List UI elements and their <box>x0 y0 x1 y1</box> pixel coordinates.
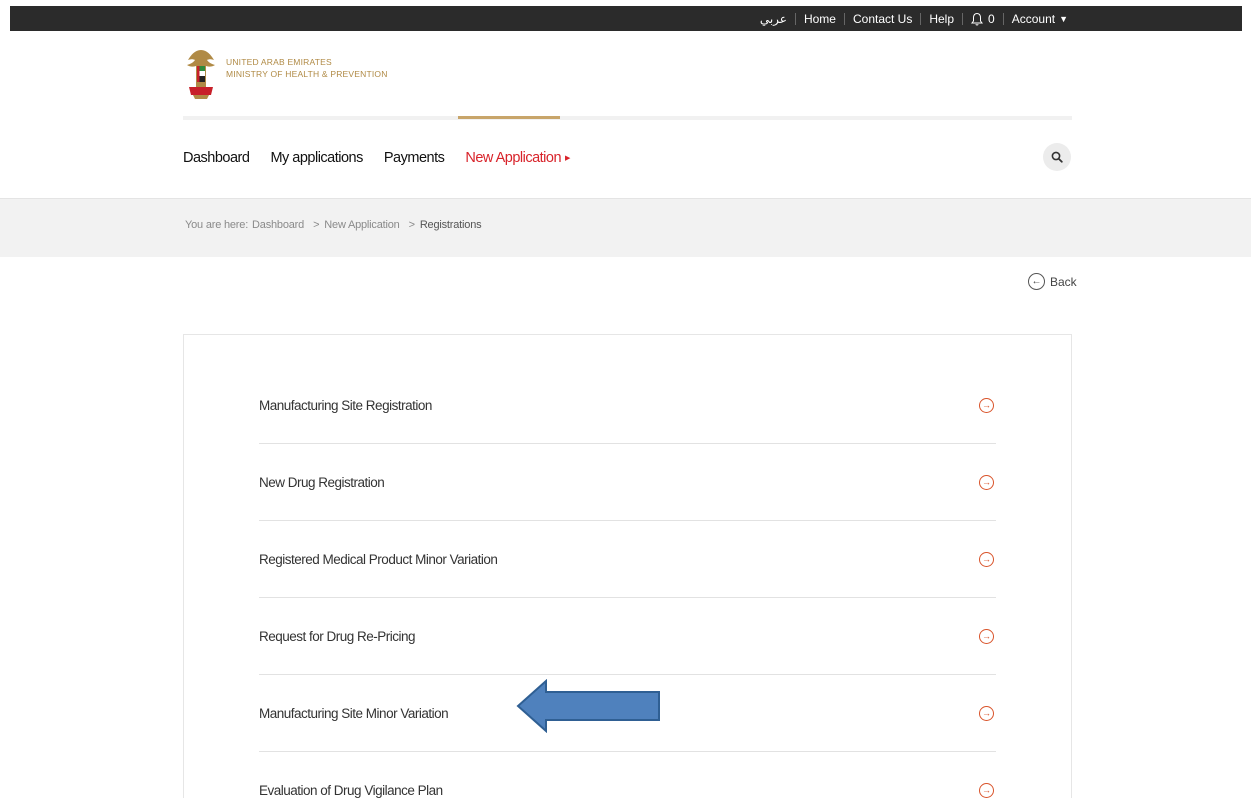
nav-payments[interactable]: Payments <box>384 150 445 166</box>
nav-new-application[interactable]: New Application ▶ <box>465 150 570 166</box>
back-label: Back <box>1050 274 1077 289</box>
service-label: New Drug Registration <box>259 474 385 490</box>
language-arabic-link[interactable]: عربي <box>752 6 795 31</box>
organization-name: UNITED ARAB EMIRATES MINISTRY OF HEALTH … <box>226 56 388 80</box>
arrow-right-circle-icon[interactable]: → <box>979 705 994 721</box>
breadcrumb-separator: > <box>313 219 320 231</box>
service-evaluation-of-drug-vigilance-plan[interactable]: Evaluation of Drug Vigilance Plan → <box>259 752 996 798</box>
nav-new-application-label: New Application <box>465 150 562 166</box>
main-navigation: Dashboard My applications Payments New A… <box>183 150 570 166</box>
back-button[interactable]: ← Back <box>1028 273 1077 290</box>
search-button[interactable] <box>1043 143 1071 171</box>
caret-down-icon: ▼ <box>1059 13 1068 24</box>
search-icon <box>1051 151 1063 163</box>
service-registered-medical-product-minor-variation[interactable]: Registered Medical Product Minor Variati… <box>259 521 996 598</box>
registration-services-list: Manufacturing Site Registration → New Dr… <box>259 367 996 798</box>
breadcrumb-band: You are here: Dashboard > New Applicatio… <box>0 198 1251 257</box>
breadcrumb-new-application[interactable]: New Application <box>324 219 399 231</box>
account-menu[interactable]: Account ▼ <box>1004 6 1076 31</box>
nav-dashboard[interactable]: Dashboard <box>183 150 250 166</box>
faint-header-text <box>762 87 1072 95</box>
utility-nav: عربي Home Contact Us Help 0 Account ▼ <box>752 6 1076 31</box>
home-link[interactable]: Home <box>796 6 844 31</box>
breadcrumb-registrations: Registrations <box>419 219 482 231</box>
org-line-1: UNITED ARAB EMIRATES <box>226 57 332 67</box>
nav-my-applications[interactable]: My applications <box>270 150 363 166</box>
org-line-2: MINISTRY OF HEALTH & PREVENTION <box>226 69 388 79</box>
service-label: Evaluation of Drug Vigilance Plan <box>259 783 443 798</box>
service-label: Manufacturing Site Minor Variation <box>259 705 449 721</box>
top-utility-bar: عربي Home Contact Us Help 0 Account ▼ <box>10 6 1242 31</box>
breadcrumb-separator: > <box>408 219 415 231</box>
arrow-right-circle-icon[interactable]: → <box>979 397 994 413</box>
service-manufacturing-site-registration[interactable]: Manufacturing Site Registration → <box>259 367 996 444</box>
uae-emblem-logo[interactable] <box>184 47 218 101</box>
active-nav-indicator <box>458 116 560 119</box>
arrow-right-circle-icon[interactable]: → <box>979 551 994 567</box>
contact-us-link[interactable]: Contact Us <box>845 6 920 31</box>
notifications-button[interactable]: 0 <box>963 6 1003 31</box>
annotation-arrow-left-icon <box>516 679 660 733</box>
arrow-right-circle-icon[interactable]: → <box>979 628 994 644</box>
service-request-for-drug-re-pricing[interactable]: Request for Drug Re-Pricing → <box>259 598 996 675</box>
arrow-right-circle-icon[interactable]: → <box>979 474 994 490</box>
arrow-left-circle-icon: ← <box>1028 273 1045 290</box>
header-divider <box>183 116 1072 120</box>
bell-icon <box>971 12 984 25</box>
account-label: Account <box>1011 11 1056 26</box>
service-label: Registered Medical Product Minor Variati… <box>259 551 498 567</box>
breadcrumb: You are here: Dashboard > New Applicatio… <box>185 219 485 231</box>
service-label: Manufacturing Site Registration <box>259 397 432 413</box>
notification-count: 0 <box>988 11 995 26</box>
help-link[interactable]: Help <box>921 6 962 31</box>
service-new-drug-registration[interactable]: New Drug Registration → <box>259 444 996 521</box>
arrow-right-circle-icon[interactable]: → <box>979 783 994 798</box>
breadcrumb-prefix: You are here: <box>185 219 249 231</box>
caret-right-icon: ▶ <box>565 155 570 163</box>
breadcrumb-dashboard[interactable]: Dashboard <box>252 219 304 231</box>
service-label: Request for Drug Re-Pricing <box>259 628 416 644</box>
